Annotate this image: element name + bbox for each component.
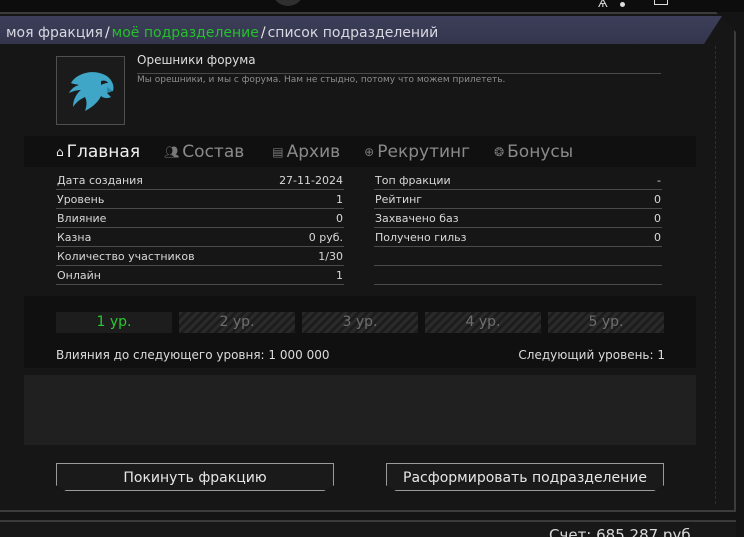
leave-faction-button[interactable]: Покинуть фракцию [56,463,334,491]
stat-row-online: Онлайн 1 [56,266,344,285]
influence-to-next-level: Влияния до следующего уровня: 1 000 000 [56,348,330,362]
stat-label: Дата создания [57,174,143,187]
tab-members[interactable]: 👥︎ Состав [164,142,244,162]
user-icon[interactable]: Ѧ [598,0,608,10]
stat-label: Онлайн [57,269,101,282]
tab-bonuses[interactable]: ❂ Бонусы [494,142,573,162]
level-cell-4: 4 ур. [425,312,541,333]
tab-main[interactable]: ⌂ Главная [56,142,140,162]
eagle-head-icon [68,71,114,111]
stats-left: Дата создания 27-11-2024 Уровень 1 Влияние… [56,171,344,285]
tab-label: Главная [66,141,141,162]
stat-row-members: Количество участников 1/30 [56,247,344,266]
stat-row-treasury: Казна 0 руб. [56,228,344,247]
window-icon[interactable] [654,0,668,5]
stat-row-level: Уровень 1 [56,190,344,209]
faction-name: Орешники форума [137,53,256,67]
stat-row-created: Дата создания 27-11-2024 [56,171,344,190]
stat-row-empty [374,247,662,266]
stat-row-influence: Влияние 0 [56,209,344,228]
disband-subdivision-button[interactable]: Расформировать подразделение [386,463,664,491]
stat-row-shells: Получено гильз 0 [374,228,662,247]
account-balance: Счет: 685 287 руб. [549,526,696,537]
stat-value: 27-11-2024 [279,174,343,187]
breadcrumb-my-subdivision[interactable]: моё подразделение [112,25,259,41]
stat-value: - [657,174,661,187]
stat-row-bases: Захвачено баз 0 [374,209,662,228]
tab-label: Архив [286,141,341,162]
tab-bar: ⌂ Главная 👥︎ Состав ▤ Архив ⊕ Рекрутинг … [24,136,696,167]
stat-label: Рейтинг [375,193,423,206]
breadcrumb-separator: / [260,25,266,41]
stat-label: Казна [57,231,92,244]
tab-recruiting[interactable]: ⊕ Рекрутинг [364,142,470,162]
stat-label: Количество участников [57,250,195,263]
tab-archive[interactable]: ▤ Архив [272,142,340,162]
level-cell-2: 2 ур. [179,312,295,333]
stat-row-rating: Рейтинг 0 [374,190,662,209]
stat-value: 0 руб. [308,231,343,244]
stat-row-empty [374,266,662,285]
bonus-icon: ❂ [494,144,505,159]
home-icon: ⌂ [56,144,64,159]
stat-label: Топ фракции [375,174,451,187]
stat-value: 0 [336,212,343,225]
breadcrumb-subdivision-list[interactable]: список подразделений [268,25,439,41]
info-panel [24,375,696,445]
breadcrumb-separator: / [104,25,110,41]
stat-value: 1 [336,193,343,206]
notification-dot-icon[interactable] [620,2,625,7]
breadcrumb-my-faction[interactable]: моя фракция [6,25,103,41]
top-strip [0,0,744,12]
stat-label: Получено гильз [375,231,467,244]
faction-logo [56,56,125,125]
breadcrumb: моя фракция / моё подразделение / список под… [0,16,722,44]
level-cell-3: 3 ур. [302,312,418,333]
stat-value: 0 [654,212,661,225]
tab-label: Бонусы [507,141,574,162]
stats-right: Топ фракции - Рейтинг 0 Захвачено баз 0 Пол… [374,171,662,285]
stat-label: Захвачено баз [375,212,459,225]
recruit-icon: ⊕ [364,144,375,159]
stat-label: Уровень [57,193,105,206]
level-progress-panel: 1 ур. 2 ур. 3 ур. 4 ур. 5 ур. Влияния до… [24,296,696,368]
stat-value: 1/30 [318,250,343,263]
stat-value: 0 [654,193,661,206]
divider [137,73,661,74]
level-cell-5: 5 ур. [548,312,664,333]
faction-description: Мы орешники, и мы с форума. Нам не стыдн… [137,75,506,85]
tab-label: Состав [182,141,245,162]
stat-row-top: Топ фракции - [374,171,662,190]
next-level: Следующий уровень: 1 [518,348,665,362]
stat-label: Влияние [57,212,107,225]
tab-label: Рекрутинг [377,141,471,162]
stat-value: 0 [654,231,661,244]
users-icon: 👥︎ [164,144,180,159]
stat-value: 1 [336,269,343,282]
archive-icon: ▤ [272,144,284,159]
level-cell-1: 1 ур. [56,312,172,333]
